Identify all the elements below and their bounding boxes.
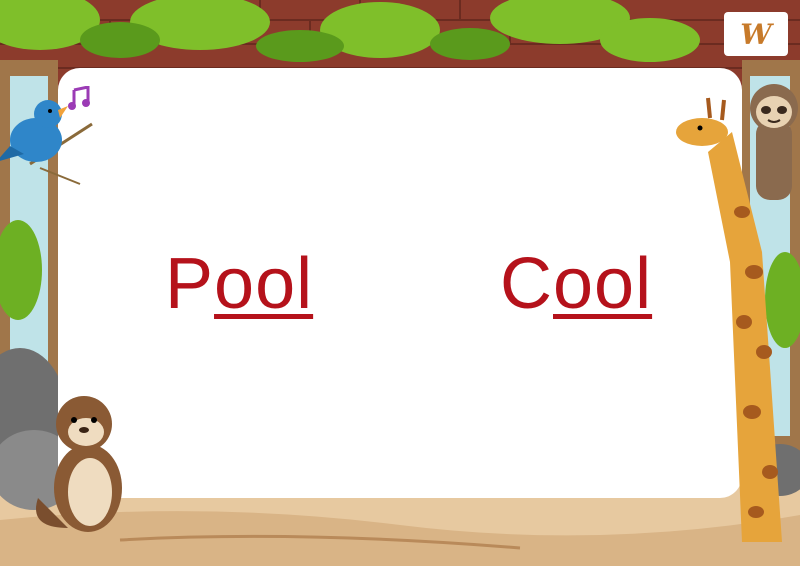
word-pool-underlined: ool [214, 244, 314, 324]
word-cool: Cool [500, 248, 652, 320]
logo-icon: W [724, 12, 788, 56]
sloth-icon [750, 84, 798, 200]
music-note-icon [68, 86, 90, 110]
otter-icon [36, 396, 122, 532]
word-cool-prefix: C [500, 244, 553, 324]
word-pool-prefix: P [165, 244, 215, 324]
word-pool: Pool [165, 248, 313, 320]
word-cool-underlined: ool [553, 244, 653, 324]
logo-text: W [740, 17, 772, 51]
